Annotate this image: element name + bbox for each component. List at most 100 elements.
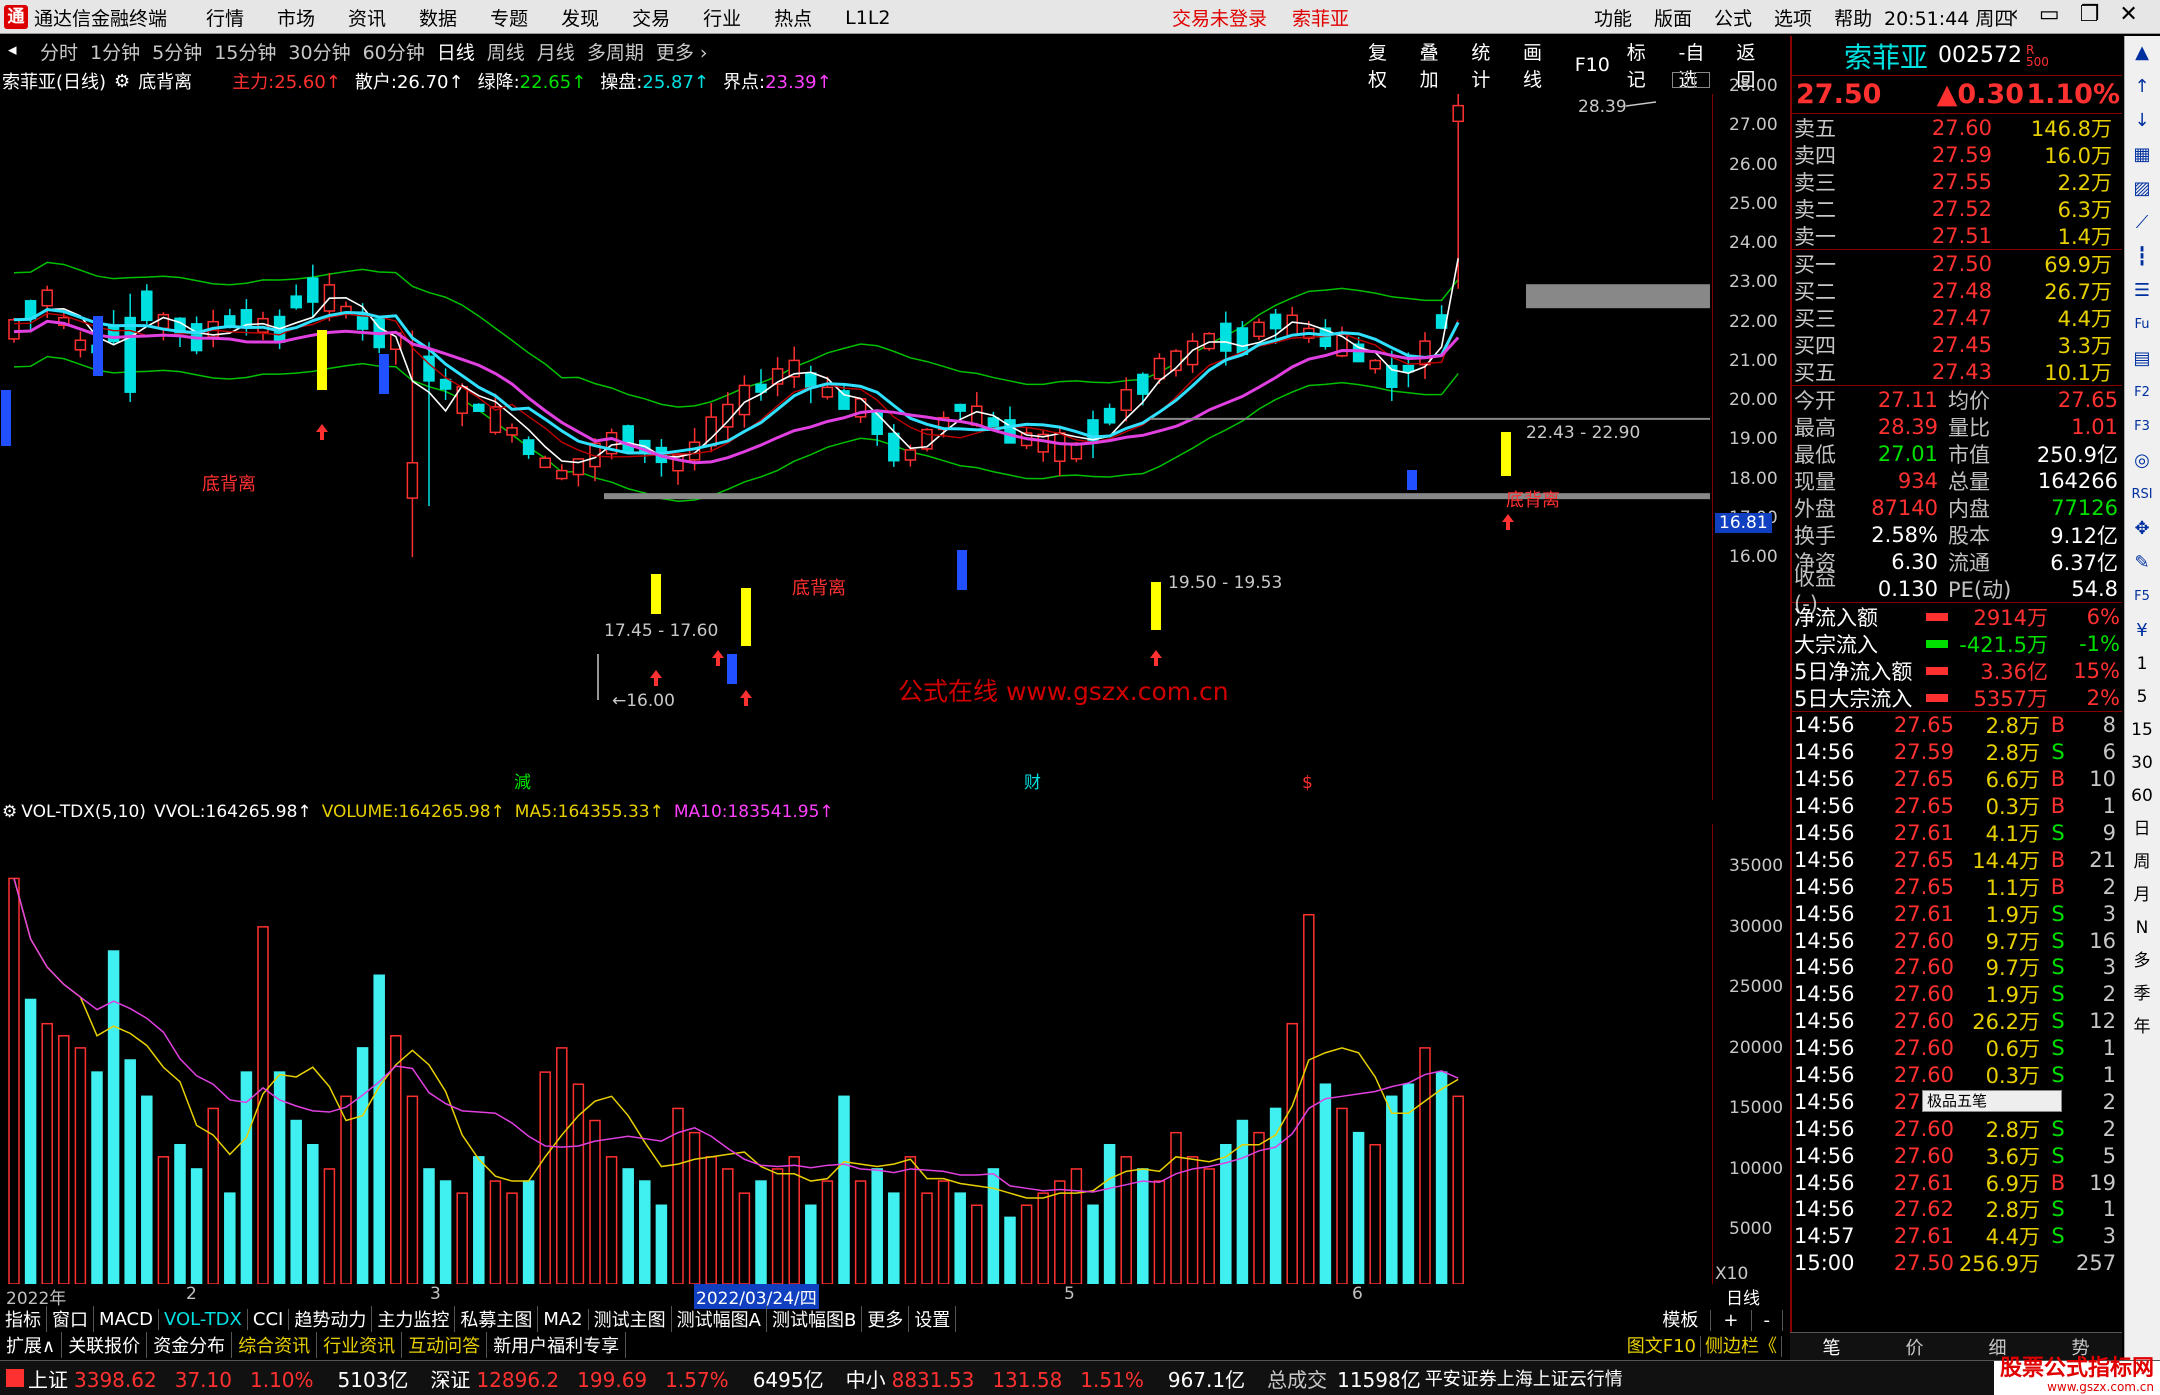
period-tab-10[interactable]: 更多 › (656, 38, 708, 65)
candle[interactable] (1153, 353, 1166, 384)
index-1[interactable]: 深证 12896.2 199.69 1.57% 6495亿 (430, 1364, 823, 1393)
info-tab-right-0[interactable]: 图文F10 (1622, 1336, 1701, 1357)
candle[interactable] (788, 346, 800, 389)
volume-bar[interactable] (58, 1035, 70, 1284)
volume-bar[interactable] (1120, 1156, 1132, 1284)
volume-bar[interactable] (489, 1180, 502, 1284)
candle[interactable] (406, 330, 419, 557)
candle[interactable] (74, 331, 87, 358)
volume-bar[interactable] (1452, 1095, 1464, 1284)
quote-tab-1[interactable]: 价 (1873, 1334, 1956, 1360)
right-menu-item-4[interactable]: 帮助 (1834, 4, 1872, 31)
list-icon[interactable]: ☰ (2125, 274, 2159, 308)
indicator-tab-10[interactable]: 测试幅图A (672, 1306, 767, 1332)
period-shortcut-2[interactable]: 15 (2125, 714, 2159, 747)
volume-bar[interactable] (805, 1204, 817, 1284)
template-btn-1[interactable]: + (1711, 1310, 1752, 1331)
volume-bar[interactable] (157, 1156, 170, 1284)
f5-icon[interactable]: F5 (2125, 580, 2159, 614)
indicator-tab-0[interactable]: 指标 (0, 1306, 47, 1332)
volume-bar[interactable] (1087, 1204, 1099, 1284)
candle[interactable] (805, 365, 817, 404)
volume-bar[interactable] (572, 1083, 585, 1284)
close-icon[interactable]: ✕ (2119, 2, 2137, 27)
volume-bar[interactable] (971, 1204, 983, 1284)
candle[interactable] (1369, 359, 1381, 374)
menu-item-4[interactable]: 专题 (490, 4, 528, 31)
left-arrow-icon[interactable]: ◂ (8, 40, 17, 60)
period-shortcut-8[interactable]: N (2125, 912, 2159, 945)
candle[interactable] (539, 455, 551, 469)
back-icon[interactable]: ‹ (2010, 2, 2019, 27)
volume-bar[interactable] (755, 1180, 767, 1284)
tool-button-2[interactable]: 统计 (1471, 38, 1506, 92)
info-tab-5[interactable]: 互动问答 (402, 1332, 488, 1358)
info-tab-2[interactable]: 资金分布 (147, 1332, 233, 1358)
volume-bar[interactable] (1070, 1168, 1083, 1284)
volume-bar[interactable] (1170, 1131, 1182, 1284)
period-shortcut-0[interactable]: 1 (2125, 648, 2159, 681)
indicator-tab-9[interactable]: 测试主图 (589, 1306, 672, 1332)
volume-bar[interactable] (522, 1180, 535, 1284)
volume-bar[interactable] (506, 1192, 518, 1284)
buys-row[interactable]: 买一 27.50 69.9万 (1792, 250, 2122, 277)
f2-icon[interactable]: F2 (2125, 376, 2159, 410)
menu-item-0[interactable]: 行情 (206, 4, 244, 31)
period-tab-4[interactable]: 30分钟 (288, 38, 350, 65)
restore-pane-icon[interactable] (1672, 72, 1688, 88)
sells-row[interactable]: 卖二 27.52 6.3万 (1792, 195, 2122, 222)
menu-item-7[interactable]: 行业 (703, 4, 741, 31)
period-shortcut-6[interactable]: 周 (2125, 846, 2159, 879)
volume-bar[interactable] (439, 1180, 452, 1284)
volume-bar[interactable] (1203, 1168, 1215, 1284)
volume-bar[interactable] (406, 1095, 419, 1284)
period-tab-9[interactable]: 多周期 (587, 38, 644, 65)
right-menu-item-2[interactable]: 公式 (1714, 4, 1752, 31)
sells-row[interactable]: 卖一 27.51 1.4万 (1792, 222, 2122, 249)
volume-bar[interactable] (1419, 1047, 1431, 1284)
volume-bar[interactable] (1054, 1180, 1066, 1284)
period-tab-6[interactable]: 日线 (437, 38, 475, 65)
candle[interactable] (771, 357, 784, 397)
candle[interactable] (124, 293, 136, 402)
restore-icon[interactable]: ❐ (2080, 2, 2100, 27)
volume-bar[interactable] (290, 1119, 302, 1284)
volume-bar[interactable] (273, 1071, 286, 1284)
volume-bar[interactable] (1303, 913, 1315, 1284)
tool-button-1[interactable]: 叠加 (1420, 38, 1455, 92)
fund-icon[interactable]: Fu (2125, 308, 2159, 342)
info-tab-1[interactable]: 关联报价 (62, 1332, 148, 1358)
indicator-tab-7[interactable]: 私募主图 (455, 1306, 539, 1332)
period-shortcut-5[interactable]: 日 (2125, 813, 2159, 846)
indicator-tab-3[interactable]: VOL-TDX (159, 1308, 248, 1330)
candle[interactable] (1137, 372, 1149, 406)
volume-bar[interactable] (1186, 1156, 1199, 1284)
buys-row[interactable]: 买三 27.47 4.4万 (1792, 304, 2122, 331)
tool-button-3[interactable]: 画线 (1523, 38, 1558, 92)
volume-bar[interactable] (1286, 1022, 1298, 1284)
volume-bar[interactable] (1037, 1192, 1049, 1284)
volume-bar[interactable] (356, 1047, 369, 1284)
volume-bar[interactable] (1020, 1204, 1033, 1284)
volume-bar[interactable] (24, 998, 37, 1284)
volume-bar[interactable] (854, 1180, 867, 1284)
login-status[interactable]: 交易未登录 (1172, 4, 1267, 31)
template-btn-0[interactable]: 模板 (1650, 1310, 1712, 1331)
candle[interactable] (356, 303, 369, 341)
quote-tab-0[interactable]: 笔 (1790, 1334, 1873, 1360)
volume-bar[interactable] (904, 1156, 917, 1284)
candle[interactable] (821, 376, 834, 400)
volume-bar[interactable] (688, 1131, 701, 1284)
period-tab-8[interactable]: 月线 (537, 38, 575, 65)
volume-bar[interactable] (41, 1022, 53, 1284)
menu-item-8[interactable]: 热点 (774, 4, 812, 31)
volume-bar[interactable] (722, 1168, 734, 1284)
gear-icon[interactable]: ⚙ (114, 71, 130, 92)
period-shortcut-11[interactable]: 年 (2125, 1011, 2159, 1044)
candle[interactable] (522, 436, 535, 459)
volume-bar[interactable] (937, 1180, 950, 1284)
volume-bar[interactable] (257, 926, 269, 1284)
volume-bar[interactable] (1386, 1095, 1398, 1284)
candle[interactable] (1170, 349, 1182, 377)
candle[interactable] (506, 423, 518, 443)
